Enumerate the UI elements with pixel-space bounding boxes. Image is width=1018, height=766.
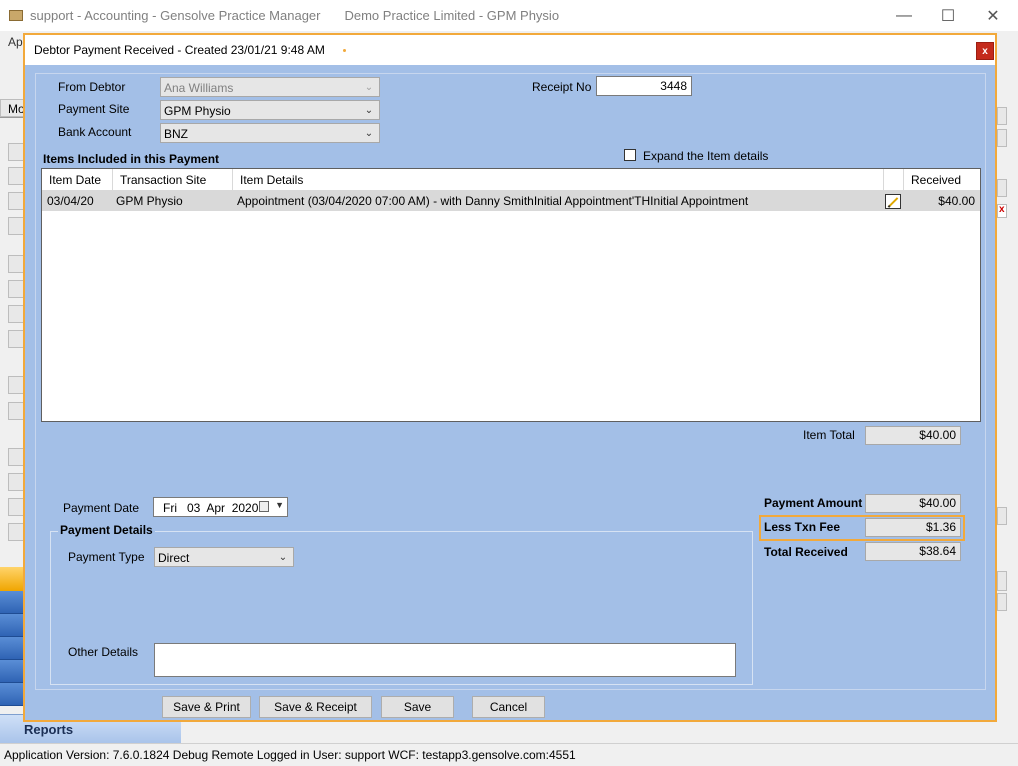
column-header-edit <box>884 169 904 191</box>
pencil-icon[interactable] <box>885 194 901 209</box>
nav-button[interactable] <box>0 637 25 660</box>
nav-button[interactable] <box>0 591 25 614</box>
other-details-label: Other Details <box>68 645 139 659</box>
column-header-transaction-site[interactable]: Transaction Site <box>113 169 233 191</box>
from-debtor-value: Ana Williams <box>164 81 234 95</box>
chevron-down-icon: ⌄ <box>278 551 288 563</box>
payment-type-label: Payment Type <box>68 550 145 564</box>
items-heading: Items Included in this Payment <box>43 152 220 166</box>
less-fee-value: $1.36 <box>865 518 961 537</box>
row-item-date[interactable]: 03/04/20 <box>42 191 113 211</box>
save-receipt-button[interactable]: Save & Receipt <box>259 696 372 718</box>
payment-date-picker[interactable]: Fri 03 Apr 2020 ▼ <box>153 497 288 517</box>
dialog-titlebar: Debtor Payment Received - Created 23/01/… <box>25 35 995 65</box>
receipt-no-value: 3448 <box>660 79 687 93</box>
save-button[interactable]: Save <box>381 696 454 718</box>
payment-date-label: Payment Date <box>63 501 140 515</box>
item-total-value: $40.00 <box>865 426 961 445</box>
from-debtor-label: From Debtor <box>58 80 126 94</box>
items-grid: Item Date Transaction Site Item Details … <box>41 168 981 422</box>
background-widget <box>997 593 1007 611</box>
payment-site-select[interactable]: GPM Physio ⌄ <box>160 100 380 120</box>
bank-account-value: BNZ <box>164 127 188 141</box>
background-widget <box>997 129 1007 147</box>
bank-account-select[interactable]: BNZ ⌄ <box>160 123 380 143</box>
row-transaction-site[interactable]: GPM Physio <box>113 191 233 211</box>
payment-site-value: GPM Physio <box>164 104 231 118</box>
receipt-no-input[interactable]: 3448 <box>596 76 692 96</box>
column-header-item-details[interactable]: Item Details <box>233 169 884 191</box>
total-received-value: $38.64 <box>865 542 961 561</box>
row-received[interactable]: $40.00 <box>904 191 980 211</box>
dialog-title: Debtor Payment Received - Created 23/01/… <box>34 43 325 57</box>
payment-date-value: Fri 03 Apr 2020 <box>163 501 259 515</box>
main-window-title: support - Accounting - Gensolve Practice… <box>30 8 560 23</box>
payment-type-value: Direct <box>158 551 190 565</box>
row-item-details[interactable]: Appointment (03/04/2020 07:00 AM) - with… <box>233 191 884 211</box>
column-header-item-date[interactable]: Item Date <box>42 169 113 191</box>
receipt-no-label: Receipt No <box>532 80 592 94</box>
item-total-label: Item Total <box>803 428 855 442</box>
nav-button[interactable] <box>0 683 25 706</box>
maximize-button[interactable]: ☐ <box>926 4 970 28</box>
save-print-button[interactable]: Save & Print <box>162 696 251 718</box>
background-widget: x <box>997 204 1007 218</box>
nav-button[interactable] <box>0 660 25 683</box>
from-debtor-select[interactable]: Ana Williams ⌄ <box>160 77 380 97</box>
chevron-down-icon: ⌄ <box>364 127 374 139</box>
expand-details-checkbox[interactable] <box>624 149 636 161</box>
background-widget <box>997 107 1007 125</box>
background-tab[interactable]: Mo <box>0 99 25 117</box>
status-text: Application Version: 7.6.0.1824 Debug Re… <box>4 748 576 762</box>
menu-item-partial[interactable]: Ap <box>8 35 23 49</box>
nav-button-active[interactable] <box>0 567 25 592</box>
background-widget <box>997 507 1007 525</box>
background-widget <box>997 179 1007 197</box>
bank-account-label: Bank Account <box>58 125 132 139</box>
cancel-button[interactable]: Cancel <box>472 696 545 718</box>
minimize-button[interactable]: — <box>882 4 926 28</box>
debtor-payment-dialog: Debtor Payment Received - Created 23/01/… <box>23 33 997 722</box>
calendar-icon[interactable] <box>259 501 269 512</box>
other-details-input[interactable] <box>154 643 736 677</box>
chevron-down-icon: ⌄ <box>364 81 374 93</box>
cursor-dot <box>343 49 346 52</box>
status-bar: Application Version: 7.6.0.1824 Debug Re… <box>0 743 1018 766</box>
payment-amount-value: $40.00 <box>865 494 961 513</box>
payment-type-select[interactable]: Direct ⌄ <box>154 547 294 567</box>
less-fee-label: Less Txn Fee <box>764 520 841 534</box>
total-received-label: Total Received <box>764 545 848 559</box>
payment-details-heading: Payment Details <box>58 523 155 537</box>
column-header-received[interactable]: Received <box>904 169 980 191</box>
payment-amount-label: Payment Amount <box>764 496 863 510</box>
main-titlebar: support - Accounting - Gensolve Practice… <box>0 0 1018 31</box>
app-icon <box>9 10 23 21</box>
divider <box>0 117 25 118</box>
expand-details-label: Expand the Item details <box>643 149 769 163</box>
background-widget <box>997 571 1007 591</box>
nav-button[interactable] <box>0 614 25 637</box>
chevron-down-icon: ⌄ <box>364 104 374 116</box>
nav-reports-label: Reports <box>24 722 74 737</box>
close-button[interactable]: ✕ <box>971 4 1015 28</box>
dialog-close-button[interactable]: x <box>976 42 994 60</box>
dropdown-arrow-icon[interactable]: ▼ <box>275 500 284 510</box>
payment-site-label: Payment Site <box>58 102 130 116</box>
